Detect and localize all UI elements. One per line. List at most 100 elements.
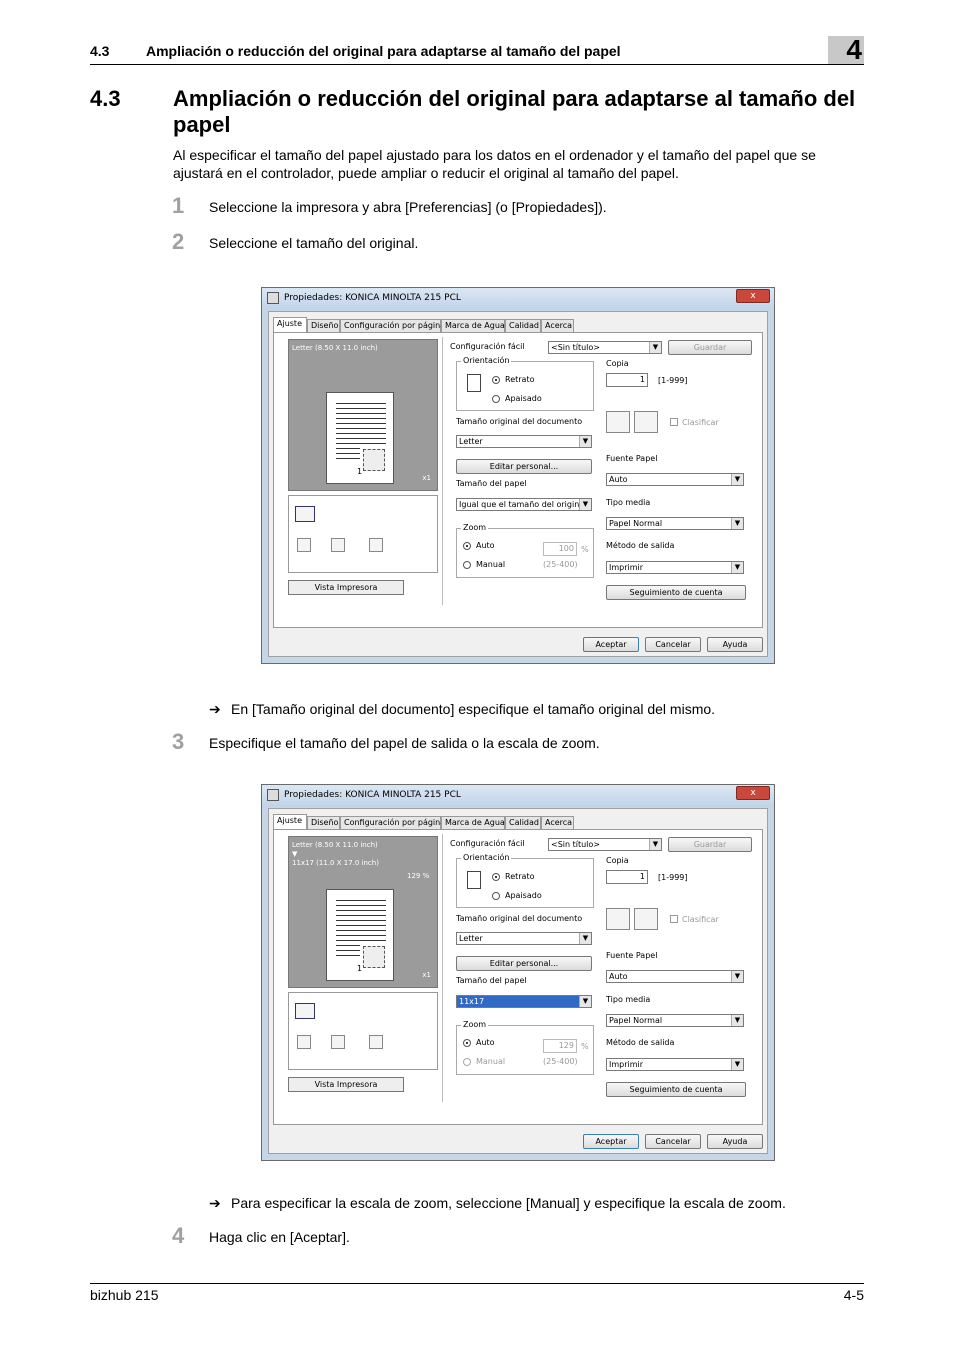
portrait-label: Retrato (505, 872, 535, 881)
dialog-body: Ajuste Diseño Configuración por página M… (268, 311, 768, 657)
paper-source-select[interactable]: Auto ▼ (606, 970, 744, 983)
copies-stepper[interactable]: 1 (606, 870, 648, 884)
tab-diseno[interactable]: Diseño (307, 319, 340, 332)
page-preview: Letter (8.50 X 11.0 inch) ▼ 11x17 (11.0 … (288, 836, 438, 988)
orig-size-select[interactable]: Letter ▼ (456, 932, 592, 945)
page-mark: 1 (357, 964, 363, 973)
zoom-stepper[interactable]: 129 (543, 1039, 577, 1053)
tab-ajuste[interactable]: Ajuste (273, 317, 307, 333)
tab-calidad[interactable]: Calidad (505, 319, 541, 332)
output-select[interactable]: Imprimir ▼ (606, 561, 744, 574)
divider (442, 834, 443, 1102)
collate-checkbox[interactable] (670, 915, 678, 923)
media-select[interactable]: Papel Normal ▼ (606, 517, 744, 530)
paper-source-label: Fuente Papel (606, 951, 658, 960)
chapter-number: 4 (846, 34, 862, 65)
custom-size-button[interactable]: Editar personal... (456, 459, 592, 474)
footer-rule (90, 1283, 864, 1284)
chevron-down-icon: ▼ (579, 996, 591, 1007)
chevron-down-icon: ▼ (731, 474, 743, 485)
chevron-down-icon: ▼ (579, 436, 591, 447)
finishing-icon (331, 1035, 345, 1049)
output-select[interactable]: Imprimir ▼ (606, 1058, 744, 1071)
step-number: 2 (172, 229, 185, 254)
collate-icon (634, 908, 658, 930)
copies-stepper[interactable]: 1 (606, 373, 648, 387)
note-arrow: ➔ (209, 701, 221, 717)
custom-size-button[interactable]: Editar personal... (456, 956, 592, 971)
paper-size-select[interactable]: 11x17 ▼ (456, 995, 592, 1008)
tab-config-pagina[interactable]: Configuración por página (340, 319, 445, 332)
paper-source-label: Fuente Papel (606, 454, 658, 463)
help-button[interactable]: Ayuda (707, 1134, 763, 1149)
step-text: Seleccione el tamaño del original. (209, 235, 419, 251)
landscape-radio[interactable] (492, 395, 500, 403)
tab-marca-agua[interactable]: Marca de Agua (441, 816, 505, 829)
ok-button[interactable]: Aceptar (583, 637, 639, 652)
portrait-radio[interactable] (492, 873, 500, 881)
chevron-down-icon: ▼ (579, 933, 591, 944)
printer-view-button[interactable]: Vista Impresora (288, 1077, 404, 1092)
step-text: Seleccione la impresora y abra [Preferen… (209, 199, 607, 215)
cancel-button[interactable]: Cancelar (645, 637, 701, 652)
cancel-button[interactable]: Cancelar (645, 1134, 701, 1149)
portrait-doc-icon (467, 871, 481, 889)
step-number: 3 (172, 729, 185, 754)
paper-size-select[interactable]: Igual que el tamaño del original ▼ (456, 498, 592, 511)
section-number: 4.3 (90, 86, 121, 111)
easy-setting-select[interactable]: <Sin título> ▼ (548, 838, 662, 851)
portrait-radio[interactable] (492, 376, 500, 384)
tab-ajuste[interactable]: Ajuste (273, 814, 307, 830)
paper-size-label: Tamaño del papel (456, 976, 527, 985)
tab-config-pagina[interactable]: Configuración por página (340, 816, 445, 829)
save-button[interactable]: Guardar (668, 837, 752, 852)
chevron-down-icon: ▼ (731, 971, 743, 982)
copies-label: Copia (606, 359, 629, 368)
save-button[interactable]: Guardar (668, 340, 752, 355)
step-text: Haga clic en [Aceptar]. (209, 1229, 350, 1245)
landscape-radio[interactable] (492, 892, 500, 900)
tab-diseno[interactable]: Diseño (307, 816, 340, 829)
account-track-button[interactable]: Seguimiento de cuenta (606, 1082, 746, 1097)
zoom-auto-radio[interactable] (463, 1039, 471, 1047)
orig-size-select[interactable]: Letter ▼ (456, 435, 592, 448)
collate-checkbox[interactable] (670, 418, 678, 426)
orig-size-label: Tamaño original del documento (456, 914, 583, 923)
copies-range: [1-999] (658, 873, 688, 882)
chevron-down-icon: ▼ (649, 839, 661, 850)
close-button[interactable]: x (736, 289, 770, 303)
ok-button[interactable]: Aceptar (583, 1134, 639, 1149)
printer-view-button[interactable]: Vista Impresora (288, 580, 404, 595)
copies-range: [1-999] (658, 376, 688, 385)
zoom-auto-label: Auto (476, 541, 495, 550)
preview-paper: 1 (326, 392, 394, 484)
dialog-titlebar: Propiedades: KONICA MINOLTA 215 PCL x (262, 288, 774, 310)
close-button[interactable]: x (736, 786, 770, 800)
media-select[interactable]: Papel Normal ▼ (606, 1014, 744, 1027)
footer-page-number: 4-5 (843, 1287, 864, 1303)
zoom-stepper[interactable]: 100 (543, 542, 577, 556)
account-track-button[interactable]: Seguimiento de cuenta (606, 585, 746, 600)
tab-calidad[interactable]: Calidad (505, 816, 541, 829)
zoom-auto-radio[interactable] (463, 542, 471, 550)
chevron-down-icon: ▼ (731, 1015, 743, 1026)
printer-icon (267, 292, 279, 304)
zoom-label: Zoom (461, 1020, 489, 1029)
zoom-manual-radio[interactable] (463, 1058, 471, 1066)
help-button[interactable]: Ayuda (707, 637, 763, 652)
zoom-manual-radio[interactable] (463, 561, 471, 569)
finishing-icon (369, 1035, 383, 1049)
easy-setting-label: Configuración fácil (450, 342, 525, 351)
tab-marca-agua[interactable]: Marca de Agua (441, 319, 505, 332)
finishing-icon (297, 538, 311, 552)
step-number: 4 (172, 1223, 185, 1248)
dialog-body: Ajuste Diseño Configuración por página M… (268, 808, 768, 1154)
tab-acerca[interactable]: Acerca (541, 319, 574, 332)
portrait-label: Retrato (505, 375, 535, 384)
paper-source-select[interactable]: Auto ▼ (606, 473, 744, 486)
properties-dialog-2: Propiedades: KONICA MINOLTA 215 PCL x Aj… (261, 784, 775, 1161)
easy-setting-select[interactable]: <Sin título> ▼ (548, 341, 662, 354)
zoom-manual-label: Manual (476, 1057, 506, 1066)
collate-icon (606, 908, 630, 930)
tab-acerca[interactable]: Acerca (541, 816, 574, 829)
